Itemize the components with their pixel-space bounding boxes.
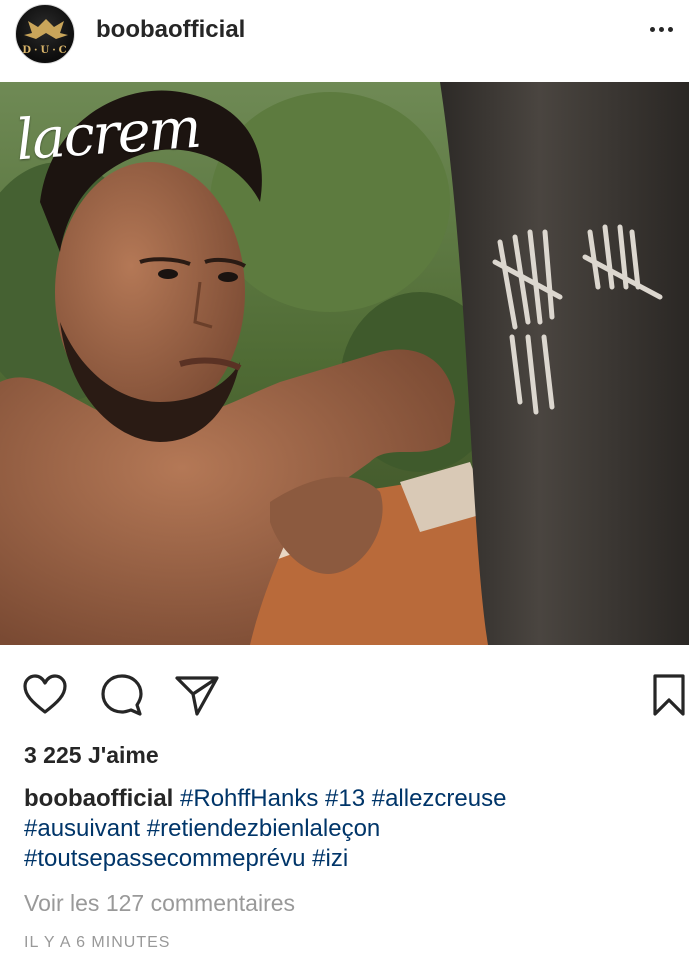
heart-icon[interactable] [20,670,70,720]
hashtag[interactable]: #retiendezbienlaleçon [147,815,381,842]
caption-username[interactable]: boobaofficial [24,785,173,812]
avatar-logo-text: D·U·C [22,45,70,56]
hashtag[interactable]: #RohffHanks [180,785,318,812]
post-author-username[interactable]: boobaofficial [96,16,245,44]
send-icon[interactable] [172,670,222,720]
dot-icon [658,26,664,32]
hashtag[interactable]: #toutsepassecommeprévu [24,845,305,872]
hashtag[interactable]: #izi [312,845,348,872]
hashtag[interactable]: #allezcreuse [372,785,507,812]
post-caption: boobaofficial #RohffHanks #13 #allezcreu… [24,784,664,874]
post-image[interactable]: lacrem [0,82,689,645]
watermark-text: lacrem [13,95,202,174]
more-options-icon[interactable] [641,17,681,41]
hashtag[interactable]: #13 [325,785,365,812]
bookmark-icon[interactable] [644,670,689,720]
likes-count[interactable]: 3 225 J'aime [24,742,159,769]
avatar[interactable]: D·U·C [15,4,75,64]
post-header: D·U·C boobaofficial [0,0,689,80]
view-comments-link[interactable]: Voir les 127 commentaires [24,890,295,917]
post-timestamp: IL Y A 6 MINUTES [24,934,171,951]
comment-icon[interactable] [97,670,147,720]
dot-icon [649,26,655,32]
dot-icon [667,26,673,32]
action-bar [0,660,689,730]
hashtag[interactable]: #ausuivant [24,815,140,842]
